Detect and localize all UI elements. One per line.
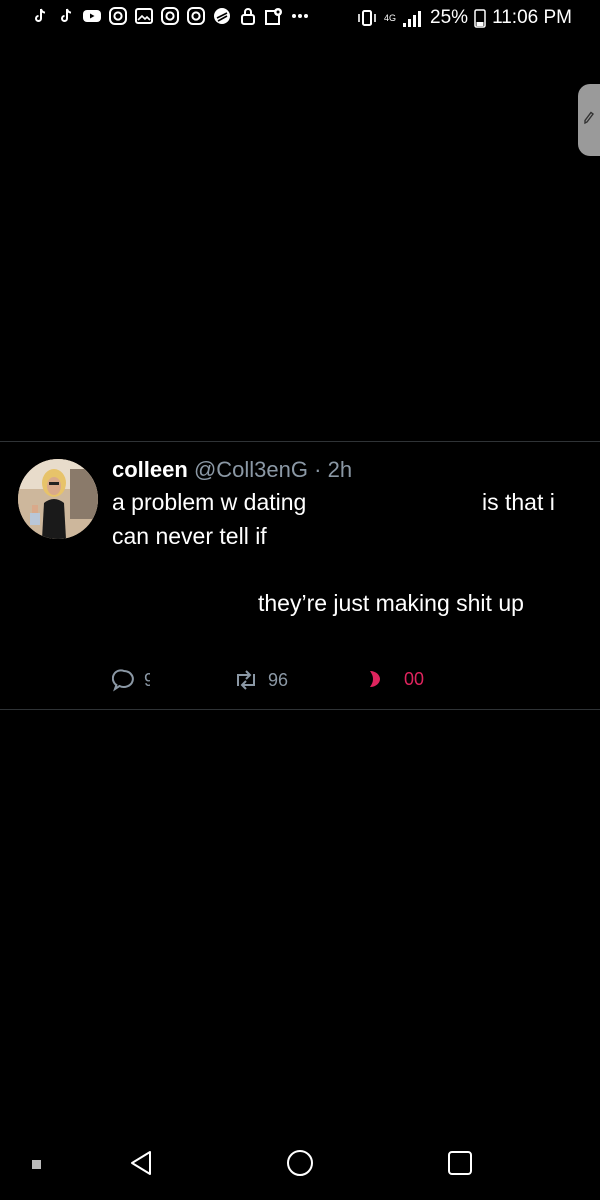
pin-indicator[interactable] bbox=[28, 1156, 44, 1172]
pencil-icon bbox=[583, 111, 595, 130]
reply-count: 9 bbox=[144, 669, 150, 690]
tiktok-icon bbox=[56, 6, 76, 26]
tweet-text-line-1b: is that i bbox=[482, 489, 555, 515]
battery-icon bbox=[474, 8, 486, 28]
like-button[interactable]: 00 bbox=[368, 668, 424, 690]
user-handle[interactable]: @Coll3enG bbox=[194, 457, 308, 482]
instagram-icon bbox=[186, 6, 206, 26]
tiktok-icon bbox=[30, 6, 50, 26]
recents-icon bbox=[446, 1149, 474, 1182]
instagram-icon bbox=[108, 6, 128, 26]
tweet-top-divider bbox=[0, 441, 600, 442]
avatar-photo bbox=[18, 459, 98, 539]
retweet-count: 96 bbox=[268, 669, 289, 690]
back-icon bbox=[128, 1149, 154, 1182]
like-count: 00 bbox=[404, 668, 425, 689]
retweet-button[interactable]: 96 bbox=[232, 668, 288, 692]
tweet-text-line-2: can never tell if bbox=[112, 523, 267, 549]
pinwheel-icon bbox=[212, 6, 232, 26]
square-dot-icon bbox=[31, 1159, 41, 1169]
home-button[interactable] bbox=[283, 1148, 317, 1182]
network-type-label: 4G bbox=[384, 12, 397, 23]
edge-panel-handle[interactable] bbox=[578, 84, 600, 156]
signal-icon bbox=[402, 9, 424, 27]
tweet-text-line-1: a problem w dating bbox=[112, 489, 307, 515]
heart-icon bbox=[368, 668, 382, 690]
tweet-bottom-divider bbox=[0, 709, 600, 710]
avatar[interactable] bbox=[18, 459, 98, 539]
display-name[interactable]: colleen bbox=[112, 457, 188, 482]
system-status: 4G 25% 11:06 PM bbox=[356, 7, 572, 29]
home-icon bbox=[286, 1149, 314, 1182]
recents-button[interactable] bbox=[443, 1148, 477, 1182]
retweet-icon bbox=[232, 668, 260, 692]
back-button[interactable] bbox=[124, 1148, 158, 1182]
maps-icon bbox=[264, 6, 284, 26]
lock-icon bbox=[238, 6, 258, 26]
navigation-bar bbox=[0, 1128, 600, 1200]
gallery-icon bbox=[134, 6, 154, 26]
tweet-header: colleen @Coll3enG · 2h bbox=[112, 457, 352, 483]
more-icon bbox=[290, 6, 310, 26]
instagram-icon bbox=[160, 6, 180, 26]
separator-dot: · bbox=[314, 457, 322, 482]
tweet-time[interactable]: 2h bbox=[328, 457, 352, 482]
clock: 11:06 PM bbox=[492, 7, 572, 28]
vibrate-icon bbox=[356, 8, 378, 28]
status-bar: 4G 25% 11:06 PM bbox=[0, 0, 600, 38]
reply-button[interactable]: 9 bbox=[112, 668, 150, 692]
battery-percent: 25% bbox=[430, 7, 469, 28]
tweet-text-line-3: they’re just making shit up bbox=[258, 590, 524, 616]
notification-icons bbox=[30, 6, 310, 26]
reply-icon bbox=[112, 668, 136, 692]
youtube-icon bbox=[82, 6, 102, 26]
